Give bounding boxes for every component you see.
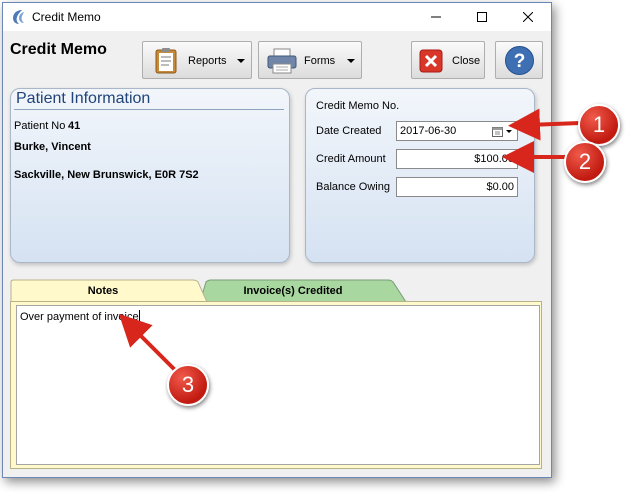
- callout-1-arrow: [508, 108, 581, 141]
- callout-arrows: [118, 108, 581, 372]
- callout-3-badge: 3: [167, 364, 209, 406]
- callout-3-arrow: [118, 313, 177, 372]
- callout-2-badge: 2: [564, 141, 606, 183]
- callout-1-badge: 1: [578, 104, 620, 146]
